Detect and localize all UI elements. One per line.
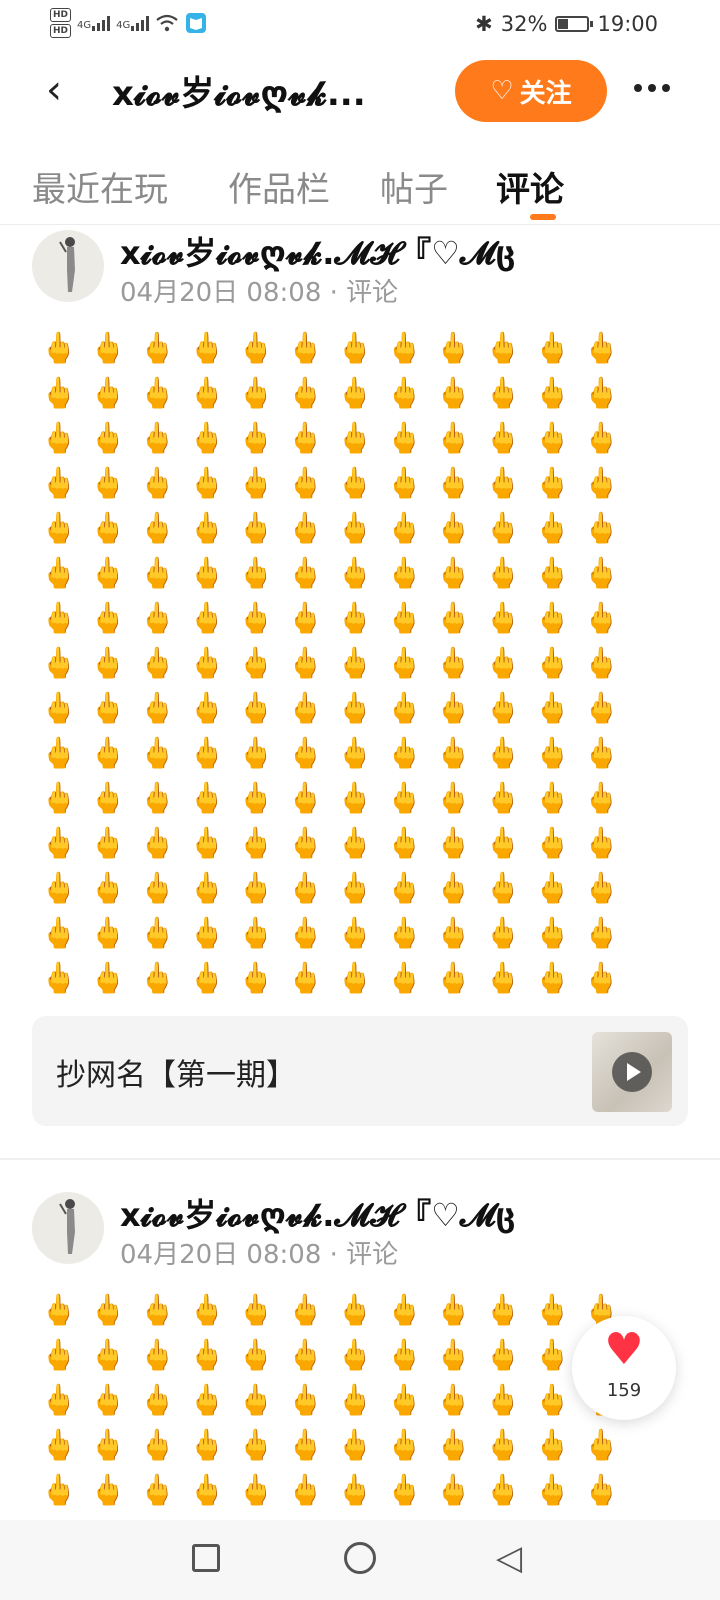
post-meta: 04月20日 08:08 · 评论	[120, 1240, 399, 1270]
post-author[interactable]: x𝓲𝓸𝓿岁𝓲𝓸𝓿ღ𝓿𝓴.𝓜𝓗『♡𝓜ც	[120, 1190, 516, 1236]
nav-back-button[interactable]: ◁	[496, 1540, 522, 1576]
status-bar: HD HD 4G 4G ✱ 32% 19:00	[0, 0, 720, 48]
follow-label: 关注	[519, 78, 572, 109]
heart-icon: ♥	[604, 1324, 644, 1375]
clock: 19:00	[597, 12, 658, 36]
signal-bars-icon	[92, 15, 111, 31]
linked-video-card[interactable]: 抄网名【第一期】	[32, 1016, 688, 1126]
post-divider	[0, 1158, 720, 1160]
home-button[interactable]	[344, 1542, 376, 1574]
system-nav-bar: ◁	[0, 1520, 720, 1600]
heart-plus-icon: ♡	[490, 76, 514, 106]
recent-apps-button[interactable]	[192, 1544, 220, 1572]
hd-badge-2: HD	[50, 24, 72, 38]
bluetooth-icon: ✱	[475, 12, 493, 36]
follow-button[interactable]: ♡ 关注	[455, 60, 607, 122]
video-title: 抄网名【第一期】	[56, 1058, 296, 1093]
avatar[interactable]	[32, 1192, 104, 1264]
wifi-icon	[156, 14, 178, 32]
avatar-figure-icon	[59, 237, 75, 292]
comment-text: 🖕🖕🖕🖕🖕🖕🖕🖕🖕🖕🖕🖕🖕🖕🖕🖕🖕🖕🖕🖕🖕🖕🖕🖕🖕🖕🖕🖕🖕🖕🖕🖕🖕🖕🖕🖕🖕🖕🖕🖕…	[40, 1293, 633, 1508]
post-meta: 04月20日 08:08 · 评论	[120, 278, 399, 308]
comment-text: 🖕🖕🖕🖕🖕🖕🖕🖕🖕🖕🖕🖕🖕🖕🖕🖕🖕🖕🖕🖕🖕🖕🖕🖕🖕🖕🖕🖕🖕🖕🖕🖕🖕🖕🖕🖕🖕🖕🖕🖕…	[40, 331, 633, 996]
avatar[interactable]	[32, 230, 104, 302]
signal-2: 4G	[116, 15, 150, 31]
avatar-figure-icon	[59, 1199, 75, 1254]
hd-indicators: HD HD	[50, 8, 72, 38]
battery-icon	[555, 16, 594, 32]
battery-percent: 32%	[500, 12, 548, 36]
tab-comments[interactable]: 评论	[496, 162, 564, 211]
post-author[interactable]: x𝓲𝓸𝓿岁𝓲𝓸𝓿ღ𝓿𝓴.𝓜𝓗『♡𝓜ც	[120, 228, 516, 274]
active-tab-indicator	[530, 214, 556, 220]
status-right: ✱ 32% 19:00	[475, 12, 658, 36]
profile-tabs: 最近在玩 作品栏 帖子 评论	[0, 150, 720, 225]
tab-recently-played[interactable]: 最近在玩	[32, 162, 168, 211]
back-button[interactable]: ‹	[46, 70, 62, 110]
hd-badge-1: HD	[50, 8, 72, 22]
network-type-2: 4G	[116, 20, 131, 31]
like-button[interactable]: ♥ 159	[572, 1316, 676, 1420]
signal-bars-icon	[131, 15, 150, 31]
network-type-1: 4G	[77, 20, 92, 31]
video-thumbnail[interactable]	[592, 1032, 672, 1112]
status-left: HD HD 4G 4G	[50, 8, 207, 38]
like-count: 159	[606, 1380, 642, 1401]
book-app-icon	[186, 13, 207, 33]
app-bar: ‹ x𝓲𝓸𝓿岁𝓲𝓸𝓿ღ𝓿𝓴... ♡ 关注	[0, 56, 720, 128]
profile-title: x𝓲𝓸𝓿岁𝓲𝓸𝓿ღ𝓿𝓴...	[112, 74, 366, 114]
tab-posts[interactable]: 帖子	[380, 162, 448, 211]
tab-works[interactable]: 作品栏	[228, 162, 330, 211]
more-options-icon[interactable]	[634, 84, 670, 92]
signal-1: 4G	[77, 15, 111, 31]
play-icon	[612, 1052, 652, 1092]
